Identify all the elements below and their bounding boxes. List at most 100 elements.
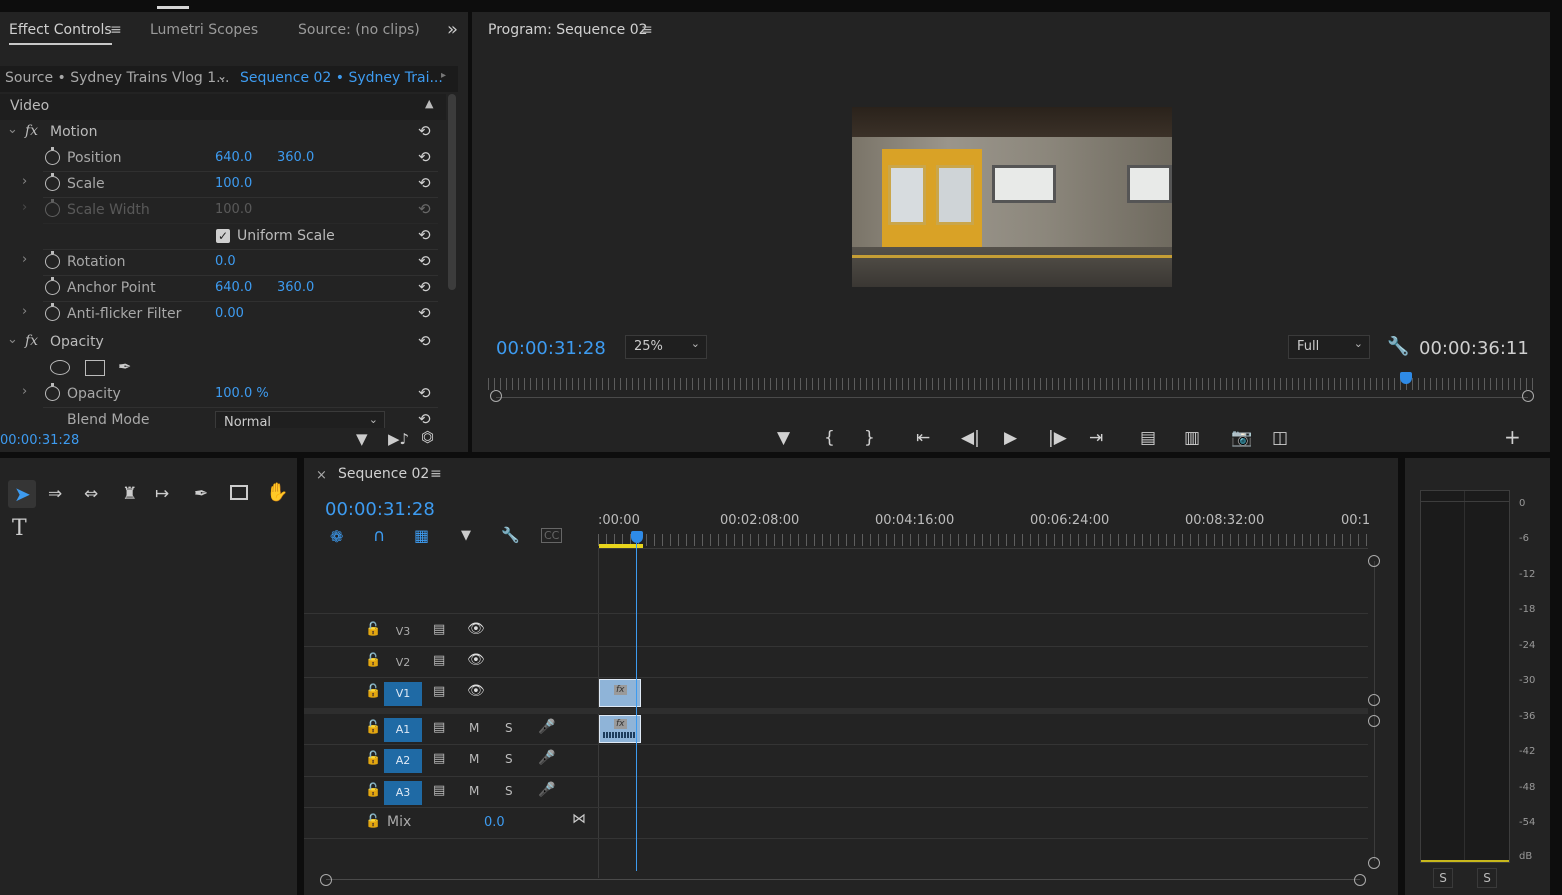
wrench-icon[interactable]: 🔧 (1387, 336, 1409, 357)
zoom-handle-right[interactable] (1522, 390, 1534, 402)
tab-lumetri-scopes[interactable]: Lumetri Scopes (150, 22, 258, 38)
play-audio-icon[interactable]: ▶♪ (388, 430, 409, 448)
timeline-ruler[interactable] (598, 534, 1368, 546)
solo-right-button[interactable]: S (1477, 868, 1497, 888)
expand-chevron-icon[interactable]: › (22, 304, 27, 319)
collapse-up-icon[interactable]: ▲ (425, 97, 433, 110)
sync-lock-icon[interactable]: ▤ (433, 720, 445, 735)
panel-overflow-icon[interactable]: » (447, 19, 458, 40)
opacity-value[interactable]: 100.0 % (215, 386, 269, 401)
reset-icon[interactable]: ⟲ (418, 252, 431, 270)
expand-chevron-icon[interactable]: › (22, 384, 27, 399)
play-icon[interactable]: ▶ (1004, 428, 1017, 448)
video-preview[interactable] (852, 107, 1172, 287)
microphone-icon[interactable]: 🎤 (538, 750, 555, 766)
linked-selection-icon[interactable]: ▦ (414, 526, 429, 545)
track-header-a1[interactable]: 🔓 A1 ▤ M S 🎤 (304, 714, 598, 745)
video-clip[interactable]: fx (599, 679, 641, 707)
anchor-y-value[interactable]: 360.0 (277, 280, 314, 295)
track-header-a2[interactable]: 🔓 A2 ▤ M S 🎤 (304, 745, 598, 776)
ellipse-mask-icon[interactable] (50, 360, 70, 375)
extract-icon[interactable]: ▥ (1184, 428, 1200, 448)
close-tab-icon[interactable]: × (316, 468, 327, 483)
add-button-icon[interactable]: + (1504, 425, 1521, 449)
pen-tool-icon[interactable]: ✒ (194, 484, 208, 504)
fx-icon[interactable]: fx (25, 123, 38, 139)
playhead-timecode[interactable]: 00:00:31:28 (496, 338, 606, 359)
stopwatch-icon[interactable] (45, 383, 60, 401)
solo-button[interactable]: S (505, 784, 513, 798)
reset-icon[interactable]: ⟲ (418, 410, 431, 428)
tab-source[interactable]: Source: (no clips) (298, 22, 420, 38)
rectangle-mask-icon[interactable] (85, 360, 105, 376)
source-clip-label[interactable]: Source • Sydney Trains Vlog 1... (5, 70, 230, 86)
stopwatch-icon[interactable] (45, 277, 60, 295)
mute-button[interactable]: M (469, 784, 479, 798)
go-to-out-icon[interactable]: ⇥ (1089, 428, 1103, 448)
audio-clip[interactable]: fx (599, 715, 641, 743)
selection-tool-icon[interactable]: ➤ (14, 482, 31, 506)
scroll-handle[interactable] (1368, 555, 1380, 567)
track-name-v3[interactable]: V3 (384, 620, 422, 644)
resolution-dropdown[interactable]: Full ⌄ (1288, 335, 1370, 359)
wrench-icon[interactable]: 🔧 (501, 526, 520, 544)
solo-button[interactable]: S (505, 752, 513, 766)
mute-button[interactable]: M (469, 721, 479, 735)
stopwatch-icon[interactable] (45, 173, 60, 191)
lock-icon[interactable]: 🔓 (365, 814, 381, 829)
sync-lock-icon[interactable]: ▤ (433, 684, 445, 699)
pen-mask-icon[interactable]: ✒ (118, 357, 131, 376)
panel-menu-icon[interactable]: ≡ (110, 22, 122, 38)
expand-chevron-icon[interactable]: ⌄ (7, 122, 18, 137)
track-header-v3[interactable]: 🔓 V3 ▤ 👁 (304, 616, 598, 647)
monitor-time-ruler[interactable] (488, 378, 1534, 390)
lock-icon[interactable]: 🔓 (365, 783, 381, 798)
sequence-tab[interactable]: Sequence 02 (338, 466, 429, 482)
mark-out-icon[interactable]: } (864, 428, 875, 448)
hand-tool-icon[interactable]: ✋ (266, 482, 288, 503)
fx-icon[interactable]: fx (25, 333, 38, 349)
track-name-a2[interactable]: A2 (384, 749, 422, 773)
lock-icon[interactable]: 🔓 (365, 751, 381, 766)
mark-in-icon[interactable]: { (824, 428, 835, 448)
microphone-icon[interactable]: 🎤 (538, 719, 555, 735)
slip-tool-icon[interactable]: ↦ (155, 484, 169, 504)
program-monitor-title[interactable]: Program: Sequence 02 (488, 22, 648, 38)
blend-mode-dropdown[interactable]: Normal ⌄ (215, 411, 385, 428)
eye-icon[interactable]: 👁 (467, 683, 485, 699)
stopwatch-icon[interactable] (45, 303, 60, 321)
anchor-x-value[interactable]: 640.0 (215, 280, 252, 295)
vertical-scrollbar[interactable] (1374, 561, 1375, 861)
effect-controls-timecode[interactable]: 00:00:31:28 (0, 433, 79, 448)
sync-lock-icon[interactable]: ▤ (433, 653, 445, 668)
sync-lock-icon[interactable]: ▤ (433, 622, 445, 637)
opacity-effect-row[interactable]: ⌄ fx Opacity ⟲ (0, 330, 446, 356)
pan-icon[interactable]: ⋈ (572, 811, 586, 827)
sync-lock-icon[interactable]: ▤ (433, 783, 445, 798)
snap-icon[interactable]: ∩ (373, 526, 385, 546)
rectangle-tool-icon[interactable] (230, 485, 248, 500)
scroll-handle[interactable] (1354, 874, 1366, 886)
panel-menu-icon[interactable]: ≡ (641, 22, 653, 38)
scroll-handle[interactable] (1368, 715, 1380, 727)
razor-tool-icon[interactable]: ♜ (122, 484, 137, 504)
reset-icon[interactable]: ⟲ (418, 304, 431, 322)
effect-scrollbar[interactable] (448, 94, 456, 290)
export-frame-icon[interactable]: 📷 (1231, 428, 1252, 448)
reset-icon[interactable]: ⟲ (418, 384, 431, 402)
track-header-a3[interactable]: 🔓 A3 ▤ M S 🎤 (304, 777, 598, 808)
chevron-down-icon[interactable]: ⌄ (217, 69, 227, 83)
sequence-clip-label[interactable]: Sequence 02 • Sydney Trai... (240, 70, 443, 86)
nest-icon[interactable]: ❁ (330, 527, 343, 546)
type-tool-icon[interactable]: T (12, 516, 27, 541)
track-name-v2[interactable]: V2 (384, 651, 422, 675)
step-back-icon[interactable]: ◀| (961, 428, 980, 448)
lift-icon[interactable]: ▤ (1140, 428, 1156, 448)
add-marker-icon[interactable]: ▼ (461, 528, 471, 543)
motion-effect-row[interactable]: ⌄ fx Motion ⟲ (0, 120, 446, 146)
track-name-a3[interactable]: A3 (384, 781, 422, 805)
lock-icon[interactable]: 🔓 (365, 684, 381, 699)
expand-chevron-icon[interactable]: › (22, 252, 27, 267)
timeline-timecode[interactable]: 00:00:31:28 (325, 499, 435, 520)
lock-icon[interactable]: 🔓 (365, 653, 381, 668)
